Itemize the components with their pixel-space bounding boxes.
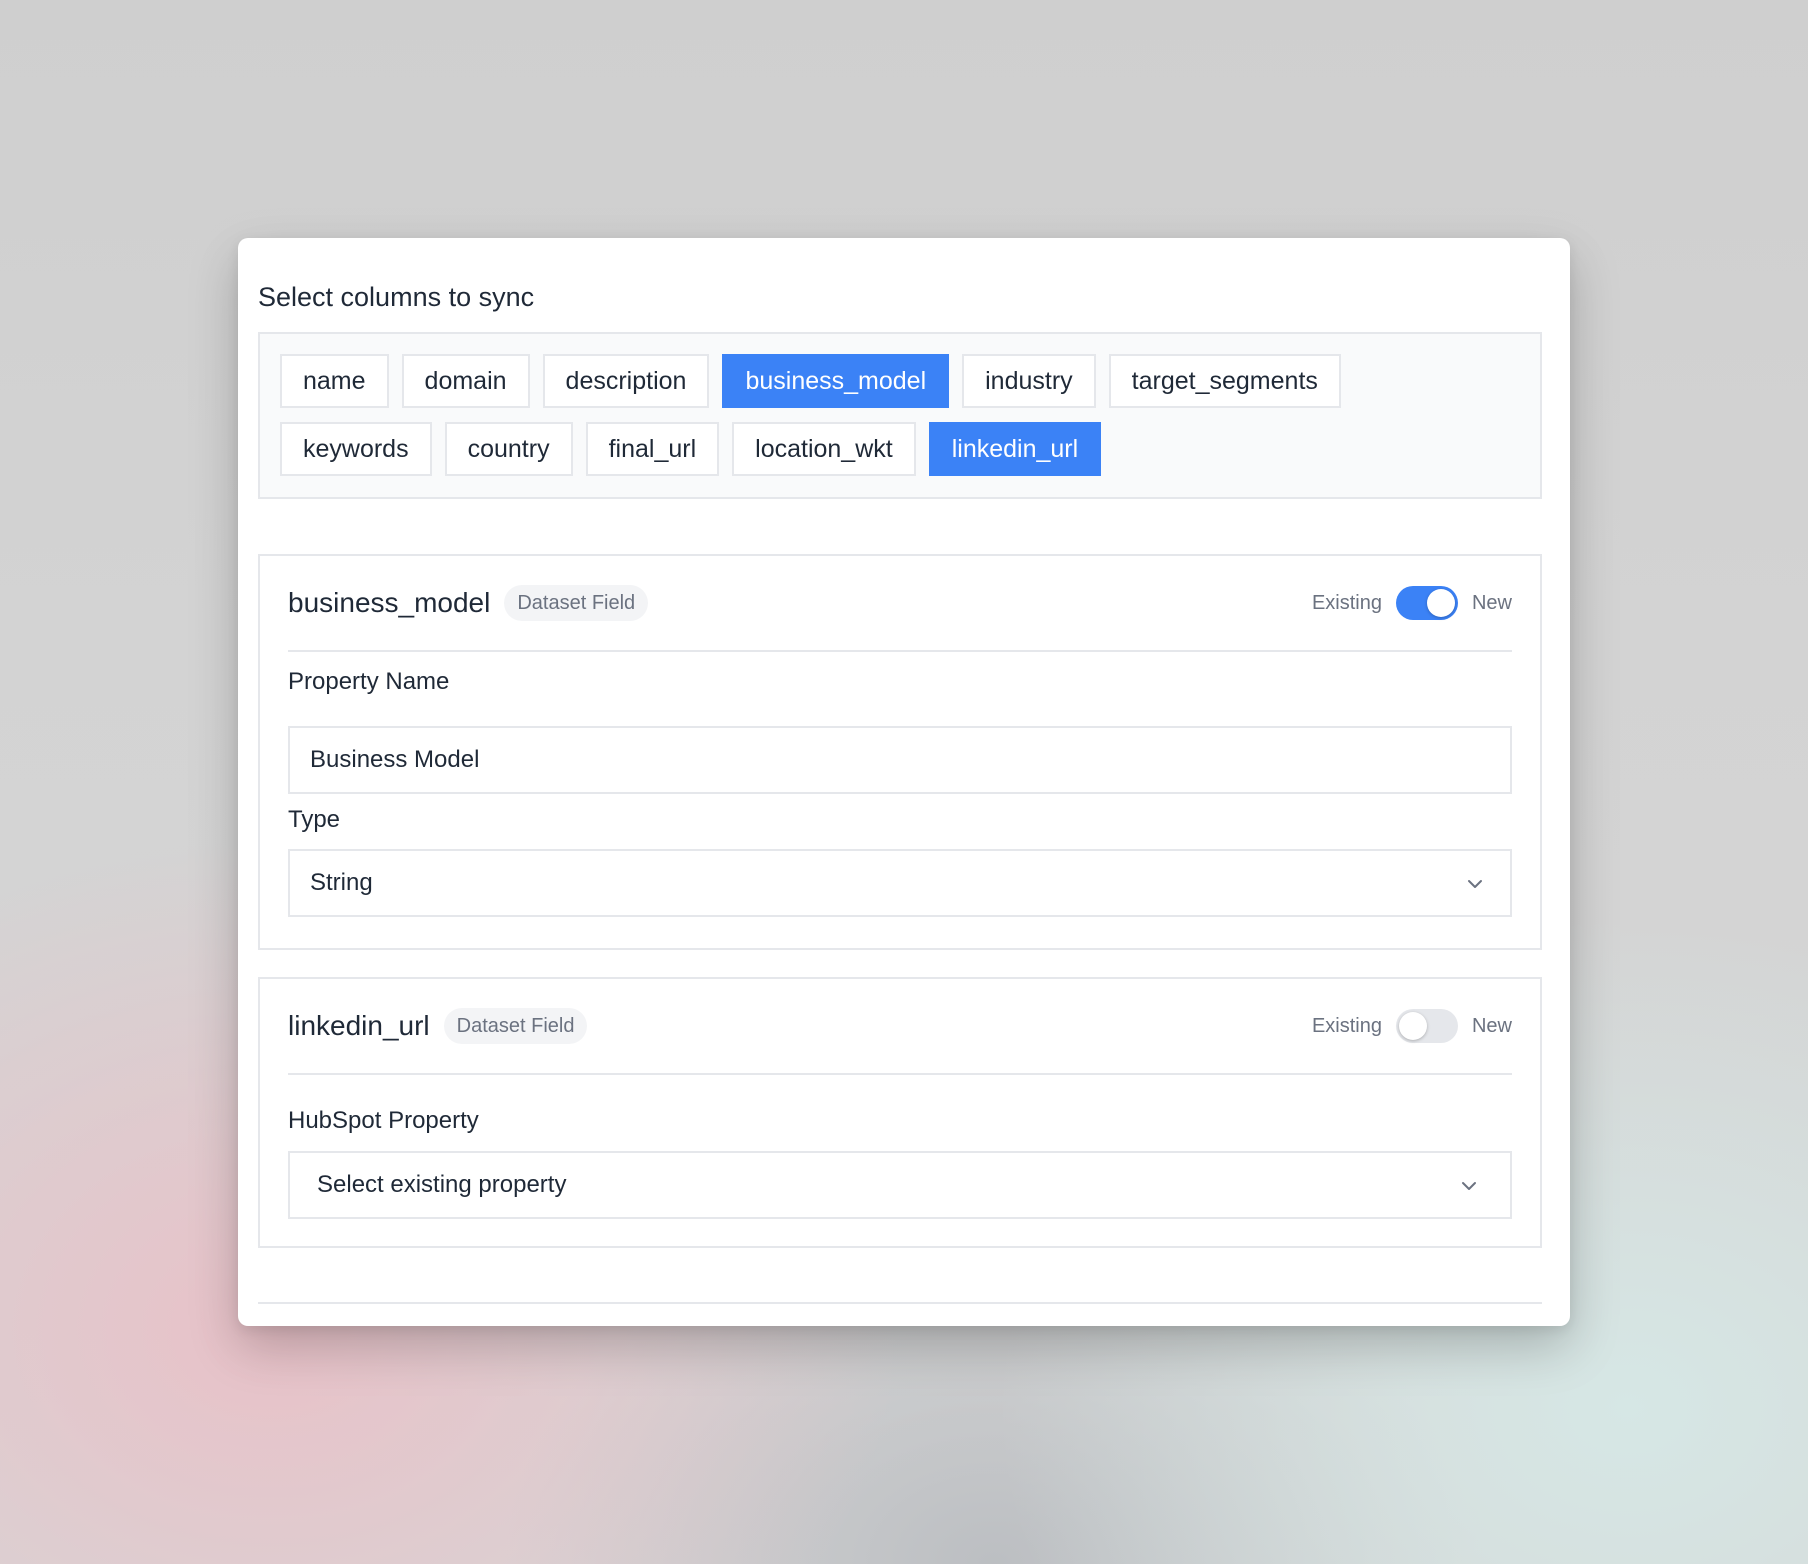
hubspot-property-label: HubSpot Property [288, 1107, 479, 1134]
type-label: Type [288, 806, 341, 833]
chevron-down-icon [1468, 880, 1482, 888]
chevron-down-icon [1462, 1182, 1476, 1190]
column-chip-business-model[interactable]: business_model [722, 354, 950, 408]
field-card-linkedin-url: linkedin_url Dataset Field Existing New … [258, 977, 1542, 1248]
field-card-business-model: business_model Dataset Field Existing Ne… [258, 554, 1542, 950]
existing-new-toggle[interactable] [1395, 586, 1458, 620]
hubspot-property-select-value: Select existing property [317, 1171, 567, 1198]
column-chip-description[interactable]: description [542, 354, 710, 408]
toggle-label-new: New [1471, 591, 1512, 614]
field-name: business_model [288, 587, 491, 618]
dataset-field-badge: Dataset Field [443, 1008, 588, 1044]
field-card-header: linkedin_url Dataset Field Existing New [288, 979, 1512, 1075]
toggle-label-new: New [1471, 1014, 1512, 1037]
column-chip-panel: name domain description business_model i… [258, 332, 1542, 499]
dataset-field-badge: Dataset Field [504, 585, 649, 621]
footer-divider [258, 1302, 1542, 1304]
column-chip-keywords[interactable]: keywords [280, 422, 432, 476]
property-name-label: Property Name [288, 668, 450, 695]
existing-new-toggle-group: Existing New [1312, 1009, 1512, 1043]
toggle-label-existing: Existing [1311, 1014, 1382, 1037]
toggle-label-existing: Existing [1311, 591, 1382, 614]
column-chip-country[interactable]: country [444, 422, 573, 476]
dialog-title: Select columns to sync [258, 282, 535, 312]
existing-new-toggle-group: Existing New [1312, 586, 1512, 620]
column-chip-industry[interactable]: industry [962, 354, 1096, 408]
field-name: linkedin_url [288, 1010, 430, 1041]
chip-row-1: name domain description business_model i… [280, 354, 1341, 408]
sync-columns-dialog: Select columns to sync name domain descr… [238, 238, 1570, 1326]
toggle-knob [1398, 1012, 1427, 1040]
column-chip-final-url[interactable]: final_url [585, 422, 720, 476]
type-select-value: String [310, 869, 373, 896]
existing-new-toggle[interactable] [1395, 1009, 1458, 1043]
toggle-knob [1426, 589, 1455, 617]
chip-row-2: keywords country final_url location_wkt … [280, 422, 1102, 476]
column-chip-linkedin-url[interactable]: linkedin_url [928, 422, 1102, 476]
type-select[interactable]: String [288, 849, 1512, 917]
column-chip-target-segments[interactable]: target_segments [1108, 354, 1341, 408]
column-chip-name[interactable]: name [280, 354, 389, 408]
field-card-header: business_model Dataset Field Existing Ne… [288, 556, 1512, 652]
column-chip-location-wkt[interactable]: location_wkt [732, 422, 916, 476]
property-name-input[interactable]: Business Model [288, 726, 1512, 794]
hubspot-property-select[interactable]: Select existing property [288, 1151, 1512, 1219]
column-chip-domain[interactable]: domain [401, 354, 530, 408]
